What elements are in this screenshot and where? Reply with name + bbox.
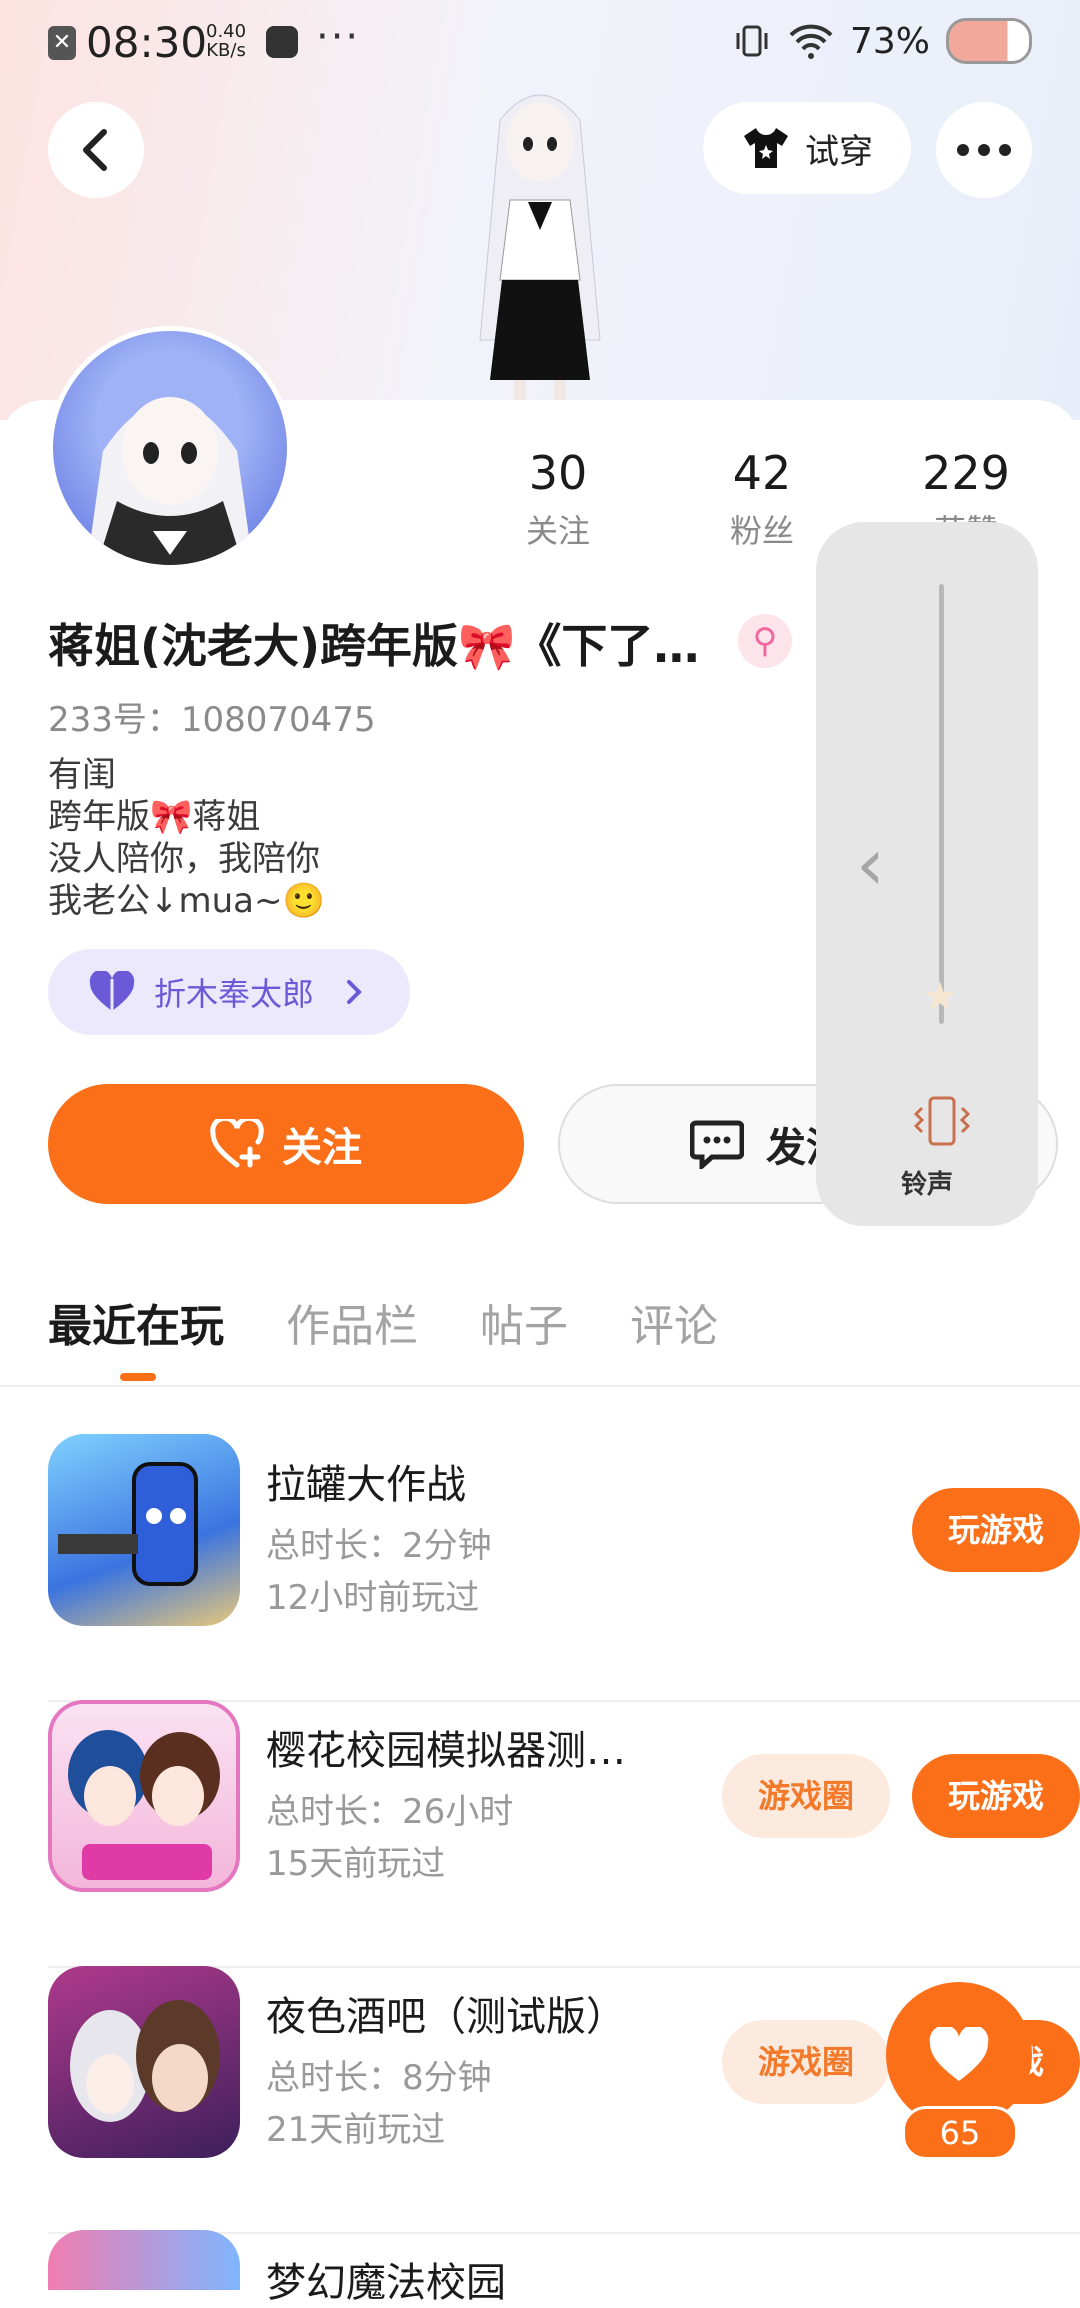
tab-recent-played[interactable]: 最近在玩 (48, 1290, 224, 1354)
more-options-button[interactable] (936, 102, 1032, 198)
game-duration: 总时长：2分钟 (266, 1526, 492, 1566)
game-icon (48, 1966, 240, 2158)
tab-indicator (120, 1373, 156, 1381)
user-avatar[interactable] (48, 326, 292, 570)
user-id: 233号：108070475 (48, 700, 376, 740)
game-icon (48, 1700, 240, 1892)
vibrate-mode-icon[interactable] (912, 1092, 972, 1152)
sim-icon: ✕ (48, 26, 76, 60)
bio-line: 没人陪你，我陪你 (48, 839, 320, 879)
volume-mode-label: 铃声 (900, 1170, 953, 1200)
try-on-label: 试穿 (805, 131, 873, 172)
tshirt-icon (744, 128, 788, 168)
volume-collapse-icon[interactable]: ‹ (856, 822, 885, 906)
favorite-count: 65 (902, 2106, 1018, 2160)
play-game-button[interactable]: 玩游戏 (912, 1488, 1080, 1572)
heart-icon (89, 971, 135, 1011)
notification-app-icon (266, 26, 298, 58)
game-last-played: 12小时前玩过 (266, 1578, 480, 1618)
game-title: 夜色酒吧（测试版） (266, 1994, 626, 2040)
heart-filled-icon (929, 2027, 989, 2081)
wifi-icon (789, 24, 833, 59)
game-icon (48, 2230, 240, 2290)
game-last-played: 15天前玩过 (266, 1844, 446, 1884)
cp-partner-name: 折木奉太郎 (154, 975, 315, 1013)
vibrate-icon (736, 25, 768, 57)
more-notifications-icon: ··· (316, 14, 361, 60)
profile-tabs: 最近在玩 作品栏 帖子 评论 (48, 1290, 718, 1354)
volume-panel[interactable]: ‹ ★ 铃声 (816, 522, 1038, 1226)
tab-works[interactable]: 作品栏 (286, 1290, 418, 1354)
avatar-portrait-image (87, 397, 253, 565)
avatar-figure-image (479, 94, 601, 406)
cp-partner-chip[interactable]: 折木奉太郎 (48, 949, 410, 1035)
stat-following[interactable]: 30 关注 (478, 446, 638, 552)
follow-button[interactable]: 关注 (48, 1084, 524, 1204)
battery-icon (946, 18, 1032, 64)
game-icon (48, 1434, 240, 1626)
follow-label: 关注 (282, 1125, 362, 1171)
chevron-left-icon (83, 129, 107, 171)
bio-line: 有闺 (48, 755, 116, 795)
game-circle-button[interactable]: 游戏圈 (722, 2020, 890, 2104)
stat-followers[interactable]: 42 粉丝 (682, 446, 842, 552)
heart-plus-icon (210, 1119, 264, 1168)
status-time: 08:30 (86, 18, 208, 67)
game-title: 拉罐大作战 (266, 1462, 466, 1508)
game-row[interactable]: 拉罐大作战 总时长：2分钟 12小时前玩过 玩游戏 (48, 1434, 1080, 1702)
volume-slider[interactable] (939, 584, 944, 1024)
tab-comments[interactable]: 评论 (630, 1290, 718, 1354)
game-duration: 总时长：8分钟 (266, 2058, 492, 2098)
game-title: 樱花校园模拟器测… (266, 1728, 626, 1774)
tab-posts[interactable]: 帖子 (480, 1290, 568, 1354)
game-title: 梦幻魔法校园 (266, 2260, 506, 2306)
profile-bio: 有闺 跨年版🎀蒋姐 没人陪你，我陪你 我老公↓mua~🙂 (48, 754, 325, 922)
female-gender-icon: ⚲ (738, 614, 792, 668)
profile-name: 蒋姐(沈老大)跨年版🎀《下了… (48, 619, 700, 673)
game-last-played: 21天前玩过 (266, 2110, 446, 2150)
volume-handle-icon[interactable]: ★ (922, 974, 958, 1020)
back-button[interactable] (48, 102, 144, 198)
battery-percent: 73% (849, 20, 930, 62)
game-circle-button[interactable]: 游戏圈 (722, 1754, 890, 1838)
network-speed: 0.40 KB/s (206, 21, 247, 61)
game-duration: 总时长：26小时 (266, 1792, 514, 1832)
more-dots-icon (957, 144, 1011, 156)
bio-line: 我老公↓mua~🙂 (48, 881, 325, 921)
chat-bubble-icon (690, 1120, 744, 1169)
play-game-button[interactable]: 玩游戏 (912, 1754, 1080, 1838)
game-row[interactable]: 樱花校园模拟器测… 总时长：26小时 15天前玩过 游戏圈 玩游戏 (48, 1700, 1080, 1968)
try-on-button[interactable]: 试穿 (703, 102, 911, 194)
chevron-right-icon (347, 980, 362, 1004)
status-bar: ✕ 08:30 0.40 KB/s ··· 73% (0, 0, 1080, 84)
tab-divider (0, 1385, 1080, 1387)
bio-line: 跨年版🎀蒋姐 (48, 797, 261, 837)
